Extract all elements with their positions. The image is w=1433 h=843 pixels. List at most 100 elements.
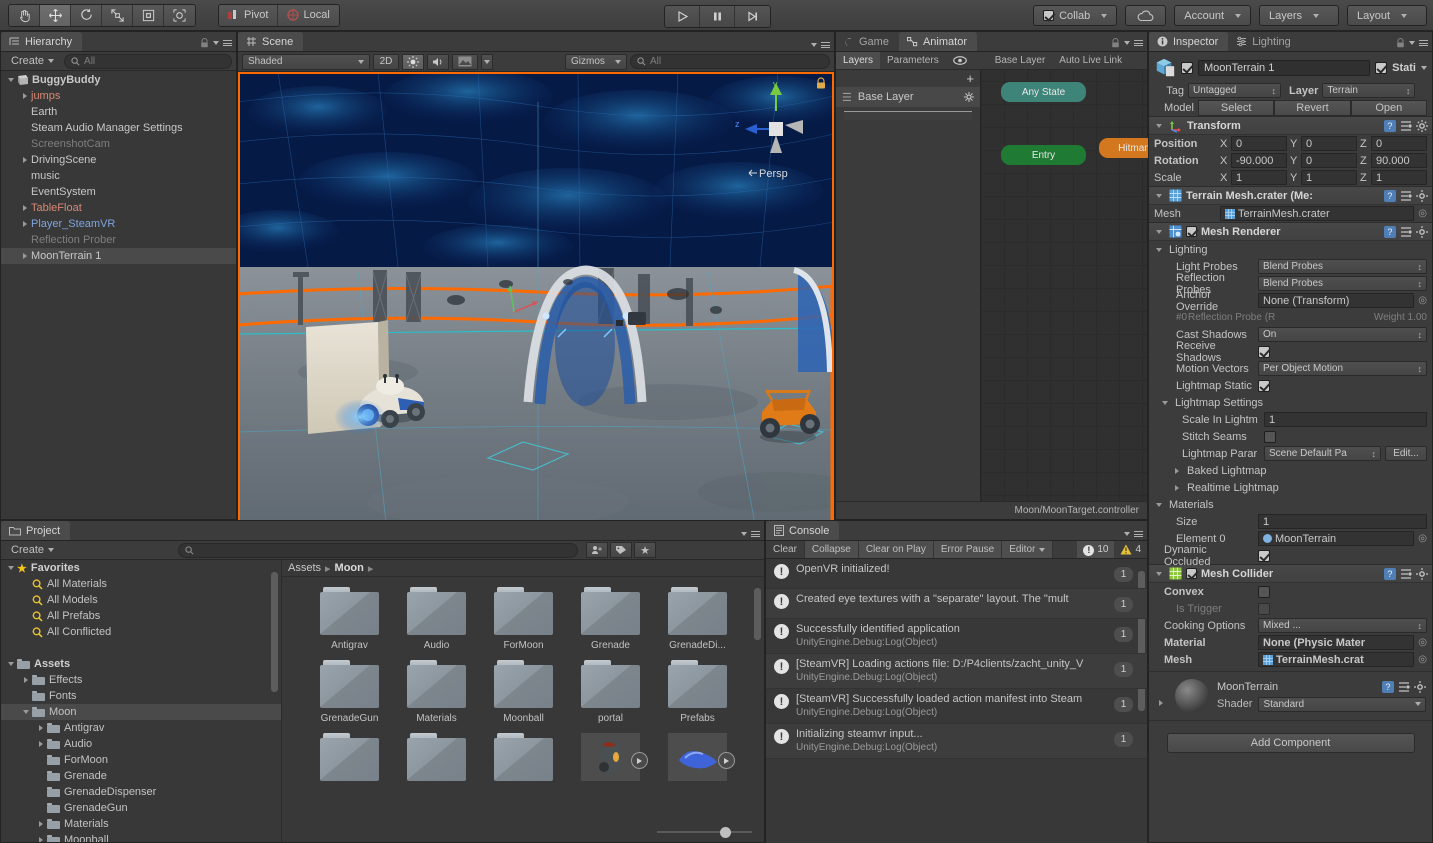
- asset-item-antigrav[interactable]: Antigrav: [306, 587, 393, 651]
- lightmap-parameters-dropdown[interactable]: Scene Default Pa ↕: [1264, 446, 1381, 461]
- project-tree-item-moonball[interactable]: Moonball: [1, 832, 281, 842]
- layer-dropdown[interactable]: Terrain ↕: [1322, 83, 1416, 98]
- breadcrumb-base-layer[interactable]: Base Layer: [988, 52, 1053, 69]
- layout-button[interactable]: Layout: [1347, 5, 1427, 26]
- asset-grid[interactable]: Antigrav Audio ForMoon Grenade GrenadeDi... G…: [282, 577, 764, 795]
- hierarchy-create-button[interactable]: Create: [5, 54, 60, 68]
- position-z-input[interactable]: 0: [1371, 136, 1427, 151]
- mesh-filter-mesh-field[interactable]: TerrainMesh.crater: [1220, 206, 1415, 221]
- project-tree-item-all-models[interactable]: All Models: [1, 592, 281, 608]
- info-count-toggle[interactable]: ! 10: [1077, 541, 1115, 558]
- console-tab-menu[interactable]: [1124, 531, 1143, 537]
- inspector-tab-menu[interactable]: [1396, 38, 1428, 48]
- project-tree-item-assets[interactable]: Assets: [1, 656, 281, 672]
- lightmap-edit-button[interactable]: Edit...: [1385, 446, 1427, 461]
- mesh-filter-component-header[interactable]: Terrain Mesh.crater (Me: ?: [1149, 186, 1432, 205]
- mesh-renderer-enabled-checkbox[interactable]: [1186, 226, 1197, 237]
- hierarchy-item-eventsystem[interactable]: EventSystem: [1, 184, 236, 200]
- tab-console[interactable]: Console: [766, 521, 840, 540]
- hierarchy-item-moonterrain-1[interactable]: MoonTerrain 1: [1, 248, 236, 264]
- account-button[interactable]: Account: [1174, 5, 1251, 26]
- hierarchy-tree[interactable]: BuggyBuddy jumps Earth Steam Audio Manager …: [1, 71, 236, 519]
- scale-y-input[interactable]: 1: [1301, 170, 1357, 185]
- move-tool-button[interactable]: [40, 4, 71, 26]
- rotation-x-input[interactable]: -90.000: [1231, 153, 1287, 168]
- foldout-arrow-icon[interactable]: [35, 725, 47, 731]
- toggle-2d-button[interactable]: 2D: [373, 53, 399, 70]
- tab-animator[interactable]: Animator: [898, 32, 977, 51]
- lighting-section-header[interactable]: Lighting: [1149, 241, 1432, 258]
- asset-item-audio[interactable]: Audio: [393, 587, 480, 651]
- play-preview-icon[interactable]: [631, 752, 648, 769]
- console-message-row[interactable]: ! OpenVR initialized! 1: [766, 559, 1147, 589]
- gizmos-dropdown[interactable]: Gizmos: [565, 53, 627, 70]
- dynamic-occluded-checkbox[interactable]: [1258, 549, 1270, 562]
- tab-layers[interactable]: Layers: [836, 52, 881, 69]
- layers-button[interactable]: Layers: [1259, 5, 1339, 26]
- preset-icon[interactable]: [1400, 568, 1412, 580]
- animator-tab-menu[interactable]: [1111, 38, 1143, 48]
- foldout-arrow-icon[interactable]: [35, 821, 47, 827]
- light-probes-dropdown[interactable]: Blend Probes ↕: [1258, 259, 1427, 274]
- tab-lighting[interactable]: Lighting: [1228, 32, 1301, 51]
- lightmap-static-checkbox[interactable]: [1258, 379, 1270, 392]
- auto-live-link-button[interactable]: Auto Live Link: [1052, 52, 1129, 69]
- asset-item-grenade[interactable]: Grenade: [567, 587, 654, 651]
- project-tree-item-materials[interactable]: Materials: [1, 816, 281, 832]
- object-picker-icon[interactable]: ◎: [1418, 637, 1427, 648]
- breadcrumb-moon[interactable]: Moon: [335, 562, 364, 574]
- collab-button[interactable]: Collab: [1033, 5, 1118, 26]
- foldout-arrow-icon[interactable]: [20, 710, 32, 714]
- project-tree-item-moon[interactable]: Moon: [1, 704, 281, 720]
- console-message-row[interactable]: ! [SteamVR] Loading actions file: D:/P4cl…: [766, 654, 1147, 689]
- project-tree-item-audio[interactable]: Audio: [1, 736, 281, 752]
- local-button[interactable]: Local: [278, 4, 339, 26]
- realtime-lightmap-header[interactable]: Realtime Lightmap: [1149, 479, 1432, 496]
- warning-count-toggle[interactable]: 4: [1114, 541, 1147, 558]
- foldout-arrow-icon[interactable]: [5, 662, 17, 666]
- transform-tool-button[interactable]: [164, 4, 195, 26]
- filter-label-button[interactable]: [610, 542, 633, 558]
- foldout-arrow-icon[interactable]: [1171, 485, 1183, 491]
- project-tree-item-grenadedispenser[interactable]: GrenadeDispenser: [1, 784, 281, 800]
- asset-item[interactable]: [567, 733, 654, 786]
- effects-dropdown-button[interactable]: [481, 53, 493, 70]
- tag-dropdown[interactable]: Untagged ↕: [1188, 83, 1281, 98]
- preset-icon[interactable]: [1400, 226, 1412, 238]
- collider-material-field[interactable]: None (Physic Mater: [1258, 635, 1415, 650]
- foldout-arrow-icon[interactable]: [19, 221, 31, 227]
- foldout-arrow-icon[interactable]: [1153, 230, 1165, 234]
- asset-item[interactable]: [393, 733, 480, 786]
- audio-toggle-button[interactable]: [427, 53, 449, 70]
- receive-shadows-checkbox[interactable]: [1258, 345, 1270, 358]
- foldout-arrow-icon[interactable]: [19, 205, 31, 211]
- tab-scene[interactable]: Scene: [238, 32, 304, 51]
- materials-section-header[interactable]: Materials: [1149, 496, 1432, 513]
- scene-viewport[interactable]: y z Persp: [238, 72, 834, 539]
- model-open-button[interactable]: Open: [1350, 99, 1427, 116]
- console-message-row[interactable]: ! Initializing steamvr input... UnityEngin…: [766, 724, 1147, 759]
- project-tree[interactable]: ★ Favorites All Materials All Models All Pre…: [1, 560, 282, 842]
- rotation-z-input[interactable]: 90.000: [1371, 153, 1427, 168]
- gear-icon[interactable]: [1416, 567, 1428, 580]
- foldout-arrow-icon[interactable]: [19, 157, 31, 163]
- filter-favorite-button[interactable]: ★: [634, 542, 657, 558]
- scene-tab-menu[interactable]: [811, 42, 830, 48]
- hierarchy-tab-menu[interactable]: [200, 38, 232, 48]
- project-create-button[interactable]: Create: [5, 543, 60, 557]
- help-icon[interactable]: ?: [1384, 119, 1396, 132]
- hierarchy-item-earth[interactable]: Earth: [1, 104, 236, 120]
- play-preview-icon[interactable]: [718, 752, 735, 769]
- asset-item-grenadegun[interactable]: GrenadeGun: [306, 660, 393, 724]
- lighting-toggle-button[interactable]: [402, 53, 424, 70]
- convex-checkbox[interactable]: [1258, 585, 1270, 598]
- asset-item[interactable]: [306, 733, 393, 786]
- anchor-override-field[interactable]: None (Transform): [1258, 293, 1415, 308]
- scene-view-gizmo[interactable]: y z Persp: [729, 77, 829, 187]
- effects-toggle-button[interactable]: [452, 53, 478, 70]
- hierarchy-item-screenshotcam[interactable]: ScreenshotCam: [1, 136, 236, 152]
- object-picker-icon[interactable]: ◎: [1418, 654, 1427, 665]
- project-tree-item-antigrav[interactable]: Antigrav: [1, 720, 281, 736]
- scene-search-input[interactable]: All: [630, 54, 830, 69]
- gear-icon[interactable]: [1416, 119, 1428, 132]
